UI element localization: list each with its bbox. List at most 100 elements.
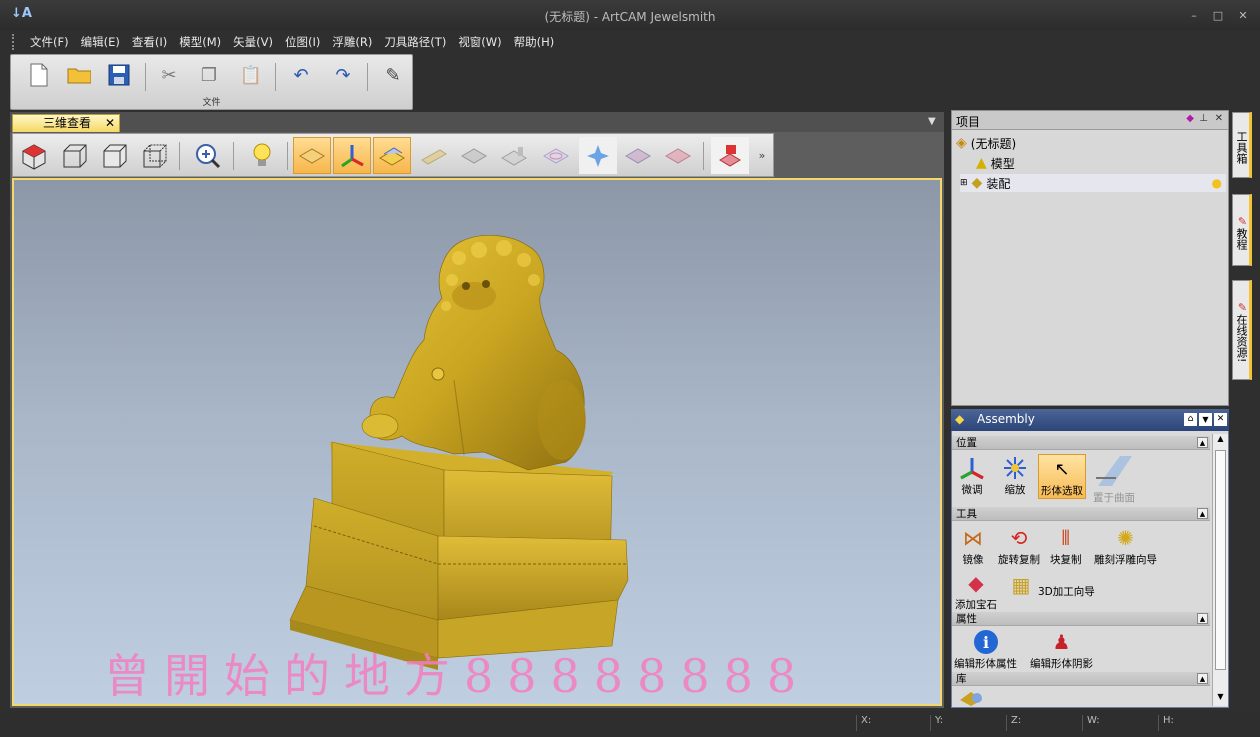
menu-grip[interactable] [12,34,15,50]
maximize-button[interactable]: □ [1211,10,1225,22]
tool-place-on-surface[interactable]: 置于曲面 [1092,452,1136,505]
minimize-button[interactable]: – [1187,10,1201,22]
tool-mirror[interactable]: ⋈ 镜像 [958,524,988,567]
home-icon[interactable]: ⌂ [1184,413,1197,426]
menu-model[interactable]: 模型(M) [173,34,227,50]
tool-add-gem[interactable]: ◆ 添加宝石 [955,569,997,612]
tree-item-model-label: 模型 [990,156,1015,171]
toolbar-overflow-icon[interactable]: » [753,137,771,174]
collapse-icon[interactable]: ▼ [1199,413,1212,426]
tool-edit-shape-shadow[interactable]: ♟ 编辑形体阴影 [1030,628,1093,671]
top-view-icon[interactable] [135,137,173,174]
menu-relief[interactable]: 浮雕(R) [326,34,378,50]
copy-icon[interactable]: ❐ [197,63,221,87]
tool-edit-shape-properties-label: 编辑形体属性 [954,658,1017,670]
menu-view[interactable]: 查看(I) [126,34,173,50]
menu-window[interactable]: 视窗(W) [452,34,507,50]
light-bulb-icon[interactable] [243,137,281,174]
assembly-close-icon[interactable]: ✕ [1214,413,1227,426]
star-light-icon[interactable] [579,137,617,174]
blue-plane-icon[interactable] [619,137,657,174]
wireframe-icon[interactable] [455,137,493,174]
pin-icon[interactable]: ⊥ [1199,113,1208,124]
block-copy-icon: ⫴ [1061,526,1070,550]
tool-nudge[interactable]: 微调 [957,454,987,497]
tool-edit-shape-properties[interactable]: i 编辑形体属性 [954,628,1017,671]
front-view-icon[interactable] [55,137,93,174]
lion-model [289,235,629,670]
project-panel-header: 项目 ◆ ⊥ ✕ [952,111,1228,130]
file-toolbar: ✂ ❐ 📋 ↶ ↷ ✎ 文件 [10,54,413,110]
section-toggle-icon[interactable]: ▲ [1197,437,1208,448]
section-toggle-icon[interactable]: ▲ [1197,613,1208,624]
side-tab-online-resources[interactable]: ✎ 在线资源! [1232,280,1252,380]
3d-viewport[interactable] [12,178,942,706]
scroll-up-icon[interactable]: ▲ [1213,434,1228,448]
redo-icon[interactable]: ↷ [331,63,355,87]
assembly-header-icon: ◆ [955,412,965,426]
tool-shape-select[interactable]: ↖ 形体选取 [1038,454,1086,499]
menu-bar: 文件(F) 编辑(E) 查看(I) 模型(M) 矢量(V) 位图(I) 浮雕(R… [10,30,1250,52]
menu-help[interactable]: 帮助(H) [508,34,561,50]
tool-3d-machining-wizard-label: 3D加工向导 [1038,586,1095,598]
menu-toolpaths[interactable]: 刀具路径(T) [378,34,452,50]
tree-item-model[interactable]: ▲ 模型 [976,154,1015,172]
tool-library-item[interactable] [956,688,986,706]
scroll-thumb[interactable] [1215,450,1226,670]
scroll-down-icon[interactable]: ▼ [1213,692,1228,706]
open-folder-icon[interactable] [67,63,91,87]
file-toolbar-caption: 文件 [202,98,221,108]
side-tab-tutorials[interactable]: ✎ 教程 [1232,194,1252,266]
undo-icon[interactable]: ↶ [289,63,313,87]
assembly-scrollbar[interactable]: ▲ ▼ [1212,434,1228,706]
zoom-icon[interactable] [189,137,227,174]
show-plane-icon[interactable] [293,137,331,174]
panel-close-icon[interactable]: ✕ [1215,113,1223,124]
menu-bitmap[interactable]: 位图(I) [279,34,326,50]
tree-root-label: (无标题) [970,136,1017,151]
section-toggle-icon[interactable]: ▲ [1197,508,1208,519]
paste-icon[interactable]: 📋 [239,63,263,87]
bulb-icon[interactable]: ● [1212,176,1222,190]
shaded-relief-icon[interactable] [415,137,453,174]
tree-root[interactable]: ◈ (无标题) [956,134,1016,152]
tool-relief-wizard[interactable]: ✺ 雕刻浮雕向导 [1094,524,1157,567]
tab-dropdown-icon[interactable]: ▼ [928,116,936,127]
red-plane-icon[interactable] [659,137,697,174]
menu-vector[interactable]: 矢量(V) [227,34,279,50]
tool-block-copy[interactable]: ⫴ 块复制 [1050,524,1082,567]
new-file-icon[interactable] [27,63,51,87]
section-properties[interactable]: 属性 ▲ [952,612,1210,626]
expand-icon[interactable]: ⊞ [960,178,968,188]
section-properties-title: 属性 [956,613,977,625]
tool-rotate-copy[interactable]: ⟲ 旋转复制 [998,524,1040,567]
toolpath-preview-icon[interactable] [495,137,533,174]
side-tab-toolbox[interactable]: 工具箱 [1232,112,1252,178]
section-toggle-icon[interactable]: ▲ [1197,673,1208,684]
eraser-icon[interactable]: ◆ [1186,113,1194,124]
tab-3d-view[interactable]: 三维查看 ✕ [12,114,120,132]
axes-icon[interactable] [333,137,371,174]
menu-file[interactable]: 文件(F) [24,34,75,50]
mirror-icon: ⋈ [963,526,983,550]
library-icon [956,688,986,706]
tool-3d-machining-wizard[interactable]: ▦ 3D加工向导 [1006,571,1095,599]
cut-icon[interactable]: ✂ [157,63,181,87]
tab-close-icon[interactable]: ✕ [105,115,115,131]
section-position[interactable]: 位置 ▲ [952,436,1210,450]
shadow-icon: ♟ [1052,630,1071,654]
section-tools[interactable]: 工具 ▲ [952,507,1210,521]
menu-edit[interactable]: 编辑(E) [75,34,126,50]
relief-layers-icon[interactable] [373,137,411,174]
section-library[interactable]: 库 ▲ [952,672,1210,686]
assembly-icon: ◆ [971,175,983,191]
tool-scale[interactable]: 缩放 [1000,454,1030,497]
render-icon[interactable] [711,137,749,174]
edit-note-icon[interactable]: ✎ [381,63,405,87]
save-icon[interactable] [107,63,131,87]
tree-item-assembly[interactable]: ⊞ ◆ 装配 ● [960,174,1226,192]
vector-overlay-icon[interactable] [537,137,575,174]
close-button[interactable]: ✕ [1236,10,1250,22]
side-view-icon[interactable] [95,137,133,174]
iso-view-icon[interactable] [15,137,53,174]
